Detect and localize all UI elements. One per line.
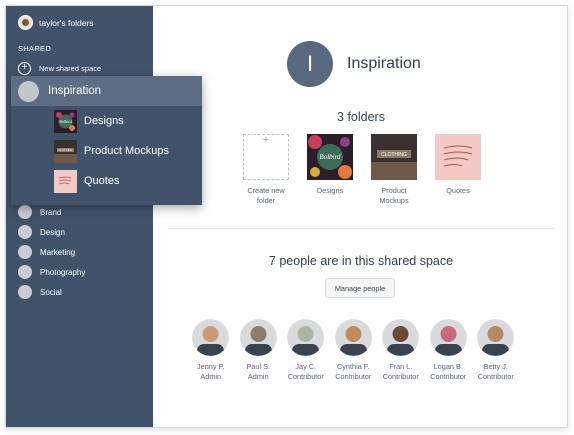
sidebar-item-photography[interactable]: Photography <box>18 262 85 282</box>
quotes-thumbnail-icon <box>54 169 77 193</box>
space-dot-icon <box>18 225 32 239</box>
member-name: Paul S. <box>246 362 271 371</box>
member-name: Cynthia F. <box>337 362 370 371</box>
sidebar-item-social[interactable]: Social <box>18 282 85 302</box>
member-item[interactable]: Logan B. Contributor <box>425 319 473 382</box>
sidebar-item-label: Brand <box>40 207 62 217</box>
avatar <box>287 319 325 356</box>
page-title: Inspiration <box>347 55 421 72</box>
svg-text:CLOTHING: CLOTHING <box>58 148 72 152</box>
avatar <box>382 319 420 356</box>
folder-label-line1: Product <box>381 186 407 195</box>
people-heading: 7 people are in this shared space <box>268 254 454 268</box>
popup-item-label: Quotes <box>84 175 120 187</box>
popup-title: Inspiration <box>48 85 102 97</box>
sidebar-item-design[interactable]: Design <box>18 222 85 242</box>
member-list: Jenny P. Admin Paul S. Admin Jay C. Contribut… <box>187 319 520 382</box>
avatar <box>192 319 230 356</box>
new-shared-space-label: New shared space <box>39 64 102 73</box>
account-name: taylor's folders <box>39 17 94 28</box>
shared-section-label: SHARED <box>18 44 52 53</box>
plus-icon: + <box>243 134 289 180</box>
popup-item-product-mockups[interactable]: CLOTHING Product Mockups <box>11 136 202 166</box>
folder-designs[interactable]: Bolbird Designs <box>298 134 362 206</box>
create-folder-button[interactable]: + Create new folder <box>234 134 298 206</box>
popup-item-designs[interactable]: Bolbird Designs <box>11 106 202 136</box>
avatar <box>429 319 467 356</box>
sidebar-item-label: Photography <box>40 267 86 277</box>
avatar <box>477 319 515 356</box>
member-role: Contributor <box>477 372 514 381</box>
member-name: Betty J. <box>483 362 508 371</box>
space-dot-icon <box>18 265 32 279</box>
member-role: Contributor <box>335 372 372 381</box>
designs-thumbnail-icon: Bolbird <box>54 109 77 133</box>
space-avatar: I <box>287 41 333 87</box>
create-folder-label-line2: folder <box>256 196 276 205</box>
member-role: Admin <box>247 372 269 381</box>
space-header: I Inspiration <box>287 41 421 87</box>
sidebar-item-label: Social <box>40 287 62 297</box>
inspiration-popup-menu: Inspiration Bolbird Designs CLOTHING Pro… <box>11 76 202 205</box>
main-panel: I Inspiration 3 folders + Create new fol… <box>153 6 567 427</box>
folder-label-line2: Mockups <box>379 196 409 205</box>
member-item[interactable]: Fran L. Contributor <box>377 319 425 382</box>
plus-circle-icon: + <box>18 62 31 75</box>
quotes-thumbnail-icon <box>435 134 481 180</box>
space-dot-icon <box>18 80 39 102</box>
manage-people-button[interactable]: Manage people <box>325 278 395 298</box>
avatar <box>334 319 372 356</box>
folder-grid: + Create new folder Bolbird Designs CLOT… <box>234 134 490 206</box>
member-item[interactable]: Paul S. Admin <box>235 319 283 382</box>
space-dot-icon <box>18 245 32 259</box>
member-name: Fran L. <box>389 362 413 371</box>
new-shared-space-button[interactable]: + New shared space <box>18 62 101 75</box>
popup-item-label: Product Mockups <box>84 145 169 157</box>
product-mockups-thumbnail-icon: CLOTHING <box>371 134 417 180</box>
folder-quotes[interactable]: Quotes <box>426 134 490 206</box>
member-role: Contributor <box>430 372 467 381</box>
section-divider <box>168 228 554 229</box>
account-switcher[interactable]: taylor's folders <box>18 15 94 30</box>
folder-product-mockups[interactable]: CLOTHING Product Mockups <box>362 134 426 206</box>
member-item[interactable]: Cynthia F. Contributor <box>330 319 378 382</box>
popup-item-quotes[interactable]: Quotes <box>11 166 202 196</box>
folder-label: Designs <box>316 186 344 195</box>
sidebar: taylor's folders SHARED + New shared spa… <box>6 6 153 427</box>
popup-item-label: Designs <box>84 115 124 127</box>
user-avatar <box>18 15 33 30</box>
member-role: Contributor <box>287 372 324 381</box>
member-role: Admin <box>200 372 222 381</box>
sidebar-item-label: Design <box>40 227 65 237</box>
svg-text:Bolbird: Bolbird <box>59 119 71 124</box>
member-item[interactable]: Jenny P. Admin <box>187 319 235 382</box>
folders-heading: 3 folders <box>337 110 385 124</box>
space-dot-icon <box>18 285 32 299</box>
folder-label: Quotes <box>446 186 470 195</box>
space-dot-icon <box>18 205 32 219</box>
svg-text:CLOTHING: CLOTHING <box>381 152 407 158</box>
sidebar-item-brand[interactable]: Brand <box>18 202 85 222</box>
create-folder-label-line1: Create new <box>247 186 285 195</box>
avatar <box>239 319 277 356</box>
popup-item-inspiration[interactable]: Inspiration <box>11 76 202 106</box>
member-name: Jay C. <box>295 362 317 371</box>
member-item[interactable]: Betty J. Contributor <box>472 319 520 382</box>
sidebar-item-label: Marketing <box>40 247 76 257</box>
designs-thumbnail-icon: Bolbird <box>307 134 353 180</box>
member-name: Logan B. <box>433 362 463 371</box>
svg-text:Bolbird: Bolbird <box>319 153 341 161</box>
app-window: taylor's folders SHARED + New shared spa… <box>5 5 568 428</box>
sidebar-item-marketing[interactable]: Marketing <box>18 242 85 262</box>
member-role: Contributor <box>382 372 419 381</box>
member-name: Jenny P. <box>197 362 225 371</box>
member-item[interactable]: Jay C. Contributor <box>282 319 330 382</box>
product-mockups-thumbnail-icon: CLOTHING <box>54 139 77 163</box>
shared-space-list: Brand Design Marketing Photography Socia… <box>18 202 85 302</box>
